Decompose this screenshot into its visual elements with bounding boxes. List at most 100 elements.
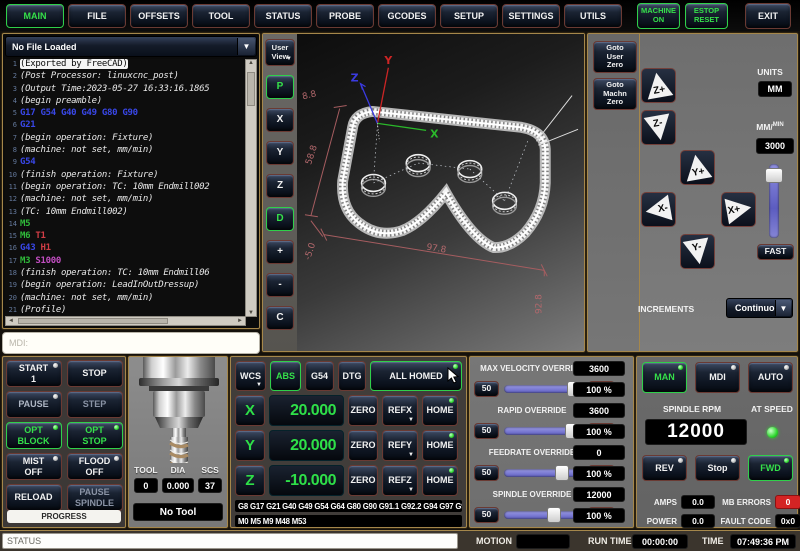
view-button[interactable]: D (266, 207, 294, 231)
menu-tab[interactable]: PROBE (316, 4, 374, 28)
override-slider[interactable] (504, 381, 584, 397)
mdi-input[interactable] (2, 332, 260, 354)
slider-handle[interactable] (546, 507, 561, 523)
cycle-button[interactable]: OPT BLOCK (5, 422, 62, 449)
gcode-line-number: 2 (12, 72, 17, 81)
vertical-scrollbar[interactable]: ▲ ▼ (245, 59, 257, 317)
menu-tab[interactable]: GCODES (378, 4, 436, 28)
menu-tab[interactable]: STATUS (254, 4, 312, 28)
ref-axis-button[interactable]: REFX ▼ (382, 395, 418, 426)
dtg-button[interactable]: DTG (338, 361, 366, 391)
abs-button[interactable]: ABS (270, 361, 301, 391)
slider-handle[interactable] (765, 168, 783, 183)
mode-button[interactable]: AUTO (748, 362, 793, 393)
machine-on-button[interactable]: MACHINE ON (637, 3, 680, 29)
exit-button[interactable]: EXIT (745, 3, 791, 29)
view-button[interactable]: + (266, 240, 294, 264)
override-slider[interactable] (504, 507, 584, 523)
scroll-up-icon[interactable]: ▲ (248, 60, 254, 66)
chevron-down-icon[interactable]: ▼ (775, 300, 791, 316)
view-button[interactable]: Y (266, 141, 294, 165)
gcode-line-number: 19 (8, 281, 17, 290)
cycle-button[interactable]: STOP (66, 360, 123, 387)
override-min-button[interactable]: 50 (474, 423, 499, 439)
jog-y-plus-button[interactable]: Y+ (680, 150, 715, 185)
gcode-3d-viewport[interactable]: 8.8 58.8 -5.0 97.8 92.8 Y Z X (297, 34, 584, 351)
user-view-button[interactable]: User View ▼ (265, 39, 295, 66)
zero-axis-button[interactable]: ZERO (348, 465, 378, 496)
menu-tab[interactable]: MAIN (6, 4, 64, 28)
jog-z-minus-button[interactable]: Z- (641, 110, 676, 145)
ref-axis-button[interactable]: REFY ▼ (382, 430, 418, 461)
view-button[interactable]: C (266, 306, 294, 330)
slider-handle[interactable] (554, 465, 569, 481)
view-button[interactable]: X (266, 108, 294, 132)
gcode-editor[interactable]: 1 (Exported by FreeCAD) 2 (Post Processo… (5, 59, 246, 317)
scroll-left-icon[interactable]: ◄ (8, 318, 14, 324)
cycle-button[interactable]: START 1 (5, 360, 62, 387)
chevron-down-icon[interactable]: ▼ (237, 38, 255, 55)
cycle-button[interactable]: STEP (66, 391, 123, 418)
cycle-button[interactable]: RELOAD (5, 484, 62, 511)
view-button[interactable]: - (266, 273, 294, 297)
file-select-combo[interactable]: No File Loaded ▼ (5, 36, 257, 57)
axis-select-button[interactable]: X (235, 395, 265, 426)
spindle-button[interactable]: REV (642, 455, 687, 481)
menu-tab[interactable]: SETTINGS (502, 4, 560, 28)
scrollbar-thumb[interactable] (18, 318, 168, 324)
scroll-down-icon[interactable]: ▼ (248, 310, 254, 316)
override-slider[interactable] (504, 465, 584, 481)
mode-button[interactable]: MDI (695, 362, 740, 393)
tool-readout-label: TOOL (134, 465, 158, 475)
view-button[interactable]: Z (266, 174, 294, 198)
estop-reset-button[interactable]: ESTOP RESET (685, 3, 728, 29)
menu-tab[interactable]: OFFSETS (130, 4, 188, 28)
horizontal-scrollbar[interactable]: ◄ ► (5, 316, 246, 326)
wcs-button[interactable]: WCS ▼ (235, 361, 266, 391)
home-axis-button[interactable]: HOME (422, 395, 458, 426)
home-axis-button[interactable]: HOME (422, 430, 458, 461)
override-min-button[interactable]: 50 (474, 507, 499, 523)
cycle-button[interactable]: MIST OFF (5, 453, 62, 480)
axis-select-button[interactable]: Y (235, 430, 265, 461)
spindle-button[interactable]: Stop (695, 455, 740, 481)
jog-y-minus-button[interactable]: Y- (680, 234, 715, 269)
menu-tab[interactable]: UTILS (564, 4, 622, 28)
view-button[interactable]: P (266, 75, 294, 99)
increments-dropdown[interactable]: Continuous ▼ (726, 298, 793, 318)
stat-label: AMPS (653, 497, 677, 507)
home-axis-button[interactable]: HOME (422, 465, 458, 496)
ref-axis-button[interactable]: REFZ ▼ (382, 465, 418, 496)
zero-axis-button[interactable]: ZERO (348, 395, 378, 426)
dro-panel: WCS ▼ ABS G54 DTG ALL HOMED X 20.000 ZER… (230, 356, 467, 528)
goto-machine-zero-button[interactable]: Goto Machn Zero (593, 78, 637, 110)
override-min-button[interactable]: 50 (474, 381, 499, 397)
ref-axis-label: REFY (387, 440, 412, 451)
jog-rate-slider[interactable] (765, 164, 783, 238)
axis-position-display: 20.000 (269, 430, 344, 461)
jog-x-plus-button[interactable]: X+ (721, 192, 756, 227)
axis-select-button[interactable]: Z (235, 465, 265, 496)
gcode-token: (Exported by FreeCAD) (20, 59, 128, 69)
g54-button[interactable]: G54 (305, 361, 334, 391)
zero-axis-button[interactable]: ZERO (348, 430, 378, 461)
jog-x-minus-button[interactable]: X- (641, 192, 676, 227)
jog-z-plus-button[interactable]: Z+ (641, 68, 676, 103)
menu-tab[interactable]: TOOL (192, 4, 250, 28)
all-homed-label: ALL HOMED (389, 370, 443, 381)
spindle-button[interactable]: FWD (748, 455, 793, 481)
mode-button[interactable]: MAN (642, 362, 687, 393)
cycle-button[interactable]: PAUSE SPINDLE (66, 484, 123, 511)
menu-tabs: MAIN FILE OFFSETS TOOL STATUS PROBE GCODES SETU… (6, 4, 622, 28)
goto-user-zero-button[interactable]: Goto User Zero (593, 41, 637, 73)
override-slider[interactable] (504, 423, 584, 439)
menu-tab[interactable]: FILE (68, 4, 126, 28)
scrollbar-thumb[interactable] (247, 72, 255, 106)
cycle-button[interactable]: FLOOD OFF (66, 453, 123, 480)
override-min-button[interactable]: 50 (474, 465, 499, 481)
scroll-right-icon[interactable]: ► (237, 318, 243, 324)
cycle-button[interactable]: OPT STOP (66, 422, 123, 449)
machine-stats: AMPS 0.0 MB ERRORS 0 POWER 0.0 FAULT COD… (641, 495, 800, 528)
cycle-button[interactable]: PAUSE (5, 391, 62, 418)
menu-tab[interactable]: SETUP (440, 4, 498, 28)
